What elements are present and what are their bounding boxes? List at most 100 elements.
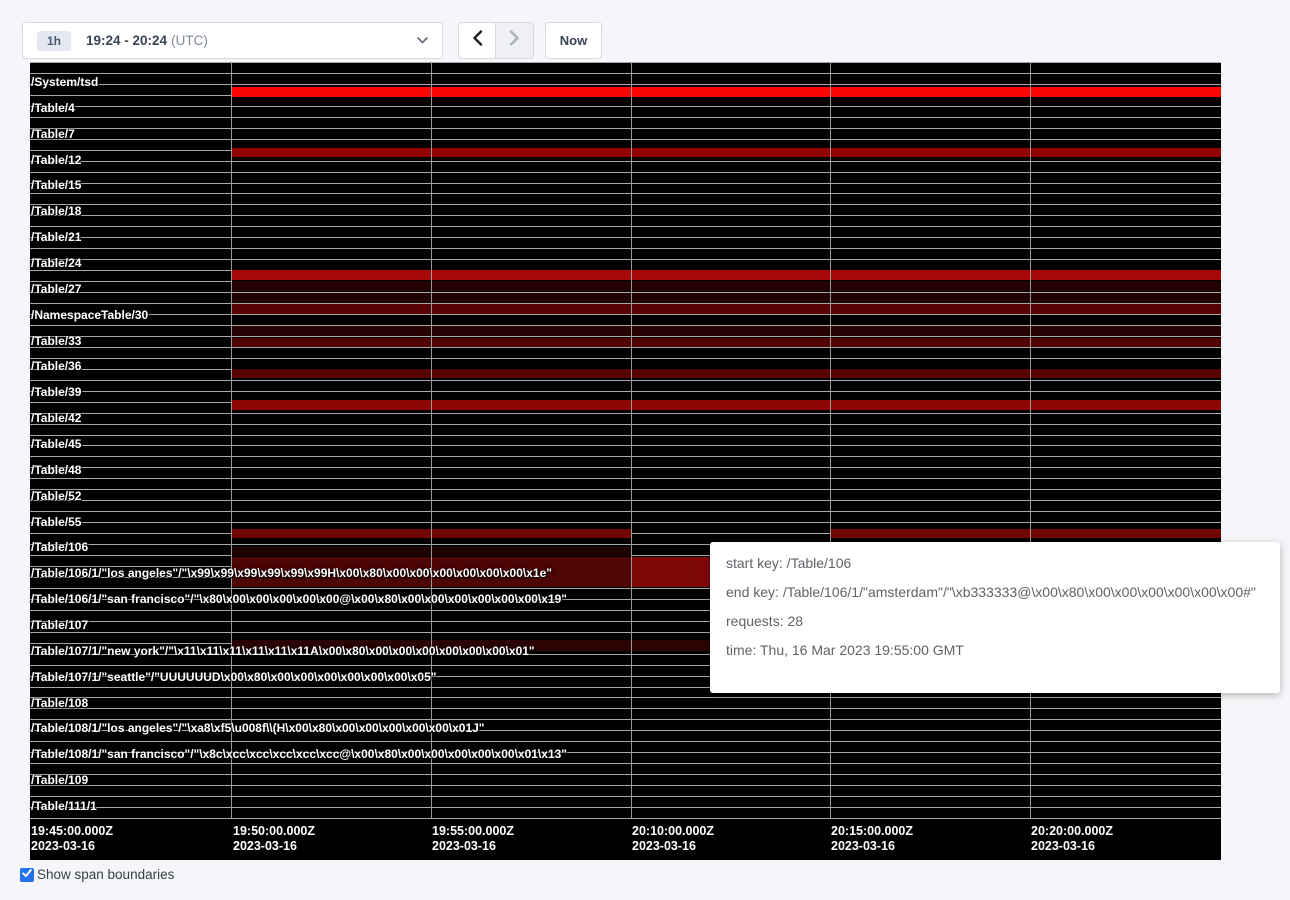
span-boundary-line <box>30 84 1221 85</box>
span-key-label: /Table/106/1/"los angeles"/"\x99\x99\x99… <box>31 567 552 580</box>
span-boundary-line <box>30 139 1221 140</box>
span-key-label: /Table/27 <box>31 283 81 296</box>
span-boundary-line <box>30 161 1221 162</box>
span-boundary-line <box>30 183 1221 184</box>
span-boundary-line <box>30 818 1221 819</box>
span-boundary-line <box>30 347 1221 348</box>
tooltip-end-key: end key: /Table/106/1/"amsterdam"/"\xb33… <box>726 584 1264 600</box>
span-key-label: /Table/52 <box>31 490 81 503</box>
span-key-label: /Table/111/1 <box>31 800 97 813</box>
time-gridline <box>231 62 232 818</box>
chevron-left-icon <box>472 30 483 51</box>
chevron-down-icon <box>417 37 428 44</box>
tooltip-start-key: start key: /Table/106 <box>726 555 1264 571</box>
span-boundary-line <box>30 237 1221 238</box>
span-key-label: /Table/107/1/"seattle"/"UUUUUUD\x00\x80\… <box>31 671 436 684</box>
show-span-boundaries-label: Show span boundaries <box>37 867 174 882</box>
axis-date: 2023-03-16 <box>233 839 315 854</box>
span-boundary-line <box>30 489 1221 490</box>
span-key-label: /Table/12 <box>31 154 81 167</box>
time-range-text: 19:24 - 20:24 <box>86 33 167 48</box>
axis-date: 2023-03-16 <box>831 839 913 854</box>
heat-band[interactable] <box>232 270 1221 280</box>
heat-band[interactable] <box>232 338 1221 347</box>
heat-band[interactable] <box>232 326 1221 336</box>
tooltip-requests: requests: 28 <box>726 613 1264 629</box>
span-key-label: /Table/4 <box>31 102 75 115</box>
span-boundary-line <box>30 478 1221 479</box>
axis-time: 20:15:00.000Z <box>831 824 913 839</box>
checkmark-icon <box>21 866 33 884</box>
heat-band[interactable] <box>232 281 1221 291</box>
previous-interval-button[interactable] <box>458 22 496 59</box>
span-boundary-line <box>30 445 1221 446</box>
heat-band[interactable] <box>830 529 1221 538</box>
chevron-right-icon <box>509 30 520 51</box>
span-boundary-line <box>30 785 1221 786</box>
span-key-label: /Table/45 <box>31 438 81 451</box>
span-boundary-line <box>30 106 1221 107</box>
x-axis-label: 19:55:00.000Z2023-03-16 <box>432 824 514 854</box>
span-boundary-line <box>30 172 1221 173</box>
next-interval-button[interactable] <box>496 22 534 59</box>
span-boundary-line <box>30 336 1221 337</box>
span-boundary-line <box>30 128 1221 129</box>
span-key-label: /Table/106 <box>31 541 88 554</box>
span-key-label: /Table/106/1/"san francisco"/"\x80\x00\x… <box>31 593 567 606</box>
span-key-label: /Table/108 <box>31 697 88 710</box>
span-boundary-line <box>30 522 1221 523</box>
show-span-boundaries-row: Show span boundaries <box>20 867 174 882</box>
key-visualizer-canvas[interactable]: start key: /Table/106 end key: /Table/10… <box>30 62 1221 860</box>
span-boundary-line <box>30 391 1221 392</box>
axis-time: 19:45:00.000Z <box>31 824 113 839</box>
span-key-label: /Table/15 <box>31 179 81 192</box>
heat-band[interactable] <box>232 369 1221 378</box>
heat-band[interactable] <box>232 87 1221 97</box>
span-key-label: /Table/24 <box>31 257 81 270</box>
axis-time: 19:50:00.000Z <box>233 824 315 839</box>
show-span-boundaries-checkbox[interactable] <box>20 868 34 882</box>
heat-band[interactable] <box>232 293 1221 303</box>
span-boundary-line <box>30 117 1221 118</box>
tooltip-time: time: Thu, 16 Mar 2023 19:55:00 GMT <box>726 642 1264 658</box>
span-boundary-line <box>30 774 1221 775</box>
x-axis-label: 20:10:00.000Z2023-03-16 <box>632 824 714 854</box>
now-button[interactable]: Now <box>545 22 602 59</box>
span-key-label: /Table/109 <box>31 774 88 787</box>
span-key-label: /Table/36 <box>31 360 81 373</box>
span-key-label: /Table/108/1/"san francisco"/"\x8c\xcc\x… <box>31 748 567 761</box>
axis-time: 20:20:00.000Z <box>1031 824 1113 839</box>
span-key-label: /Table/55 <box>31 516 81 529</box>
span-key-label: /Table/39 <box>31 386 81 399</box>
span-boundary-line <box>30 215 1221 216</box>
duration-badge: 1h <box>37 31 71 51</box>
heat-band[interactable] <box>232 400 1221 410</box>
axis-date: 2023-03-16 <box>432 839 514 854</box>
x-axis-label: 19:50:00.000Z2023-03-16 <box>233 824 315 854</box>
time-nav-group <box>458 22 534 59</box>
span-boundary-line <box>30 435 1221 436</box>
span-key-label: /System/tsd <box>31 76 98 89</box>
span-boundary-line <box>30 226 1221 227</box>
span-key-label: /Table/42 <box>31 412 81 425</box>
span-boundary-line <box>30 248 1221 249</box>
span-boundary-line <box>30 511 1221 512</box>
span-key-label: /Table/107/1/"new york"/"\x11\x11\x11\x1… <box>31 645 535 658</box>
span-boundary-line <box>30 204 1221 205</box>
x-axis-label: 20:15:00.000Z2023-03-16 <box>831 824 913 854</box>
x-axis-label: 20:20:00.000Z2023-03-16 <box>1031 824 1113 854</box>
heat-band[interactable] <box>232 304 1221 314</box>
axis-date: 2023-03-16 <box>632 839 714 854</box>
x-axis-label: 19:45:00.000Z2023-03-16 <box>31 824 113 854</box>
timezone-label: (UTC) <box>171 33 208 48</box>
span-boundary-line <box>30 413 1221 414</box>
heat-band[interactable] <box>232 148 1221 157</box>
axis-date: 2023-03-16 <box>31 839 113 854</box>
span-boundary-line <box>30 741 1221 742</box>
span-boundary-line <box>30 763 1221 764</box>
span-key-label: /Table/33 <box>31 335 81 348</box>
time-range-select[interactable]: 1h 19:24 - 20:24 (UTC) <box>22 22 443 59</box>
span-key-label: /NamespaceTable/30 <box>31 309 148 322</box>
time-gridline <box>631 62 632 818</box>
span-key-label: /Table/107 <box>31 619 88 632</box>
